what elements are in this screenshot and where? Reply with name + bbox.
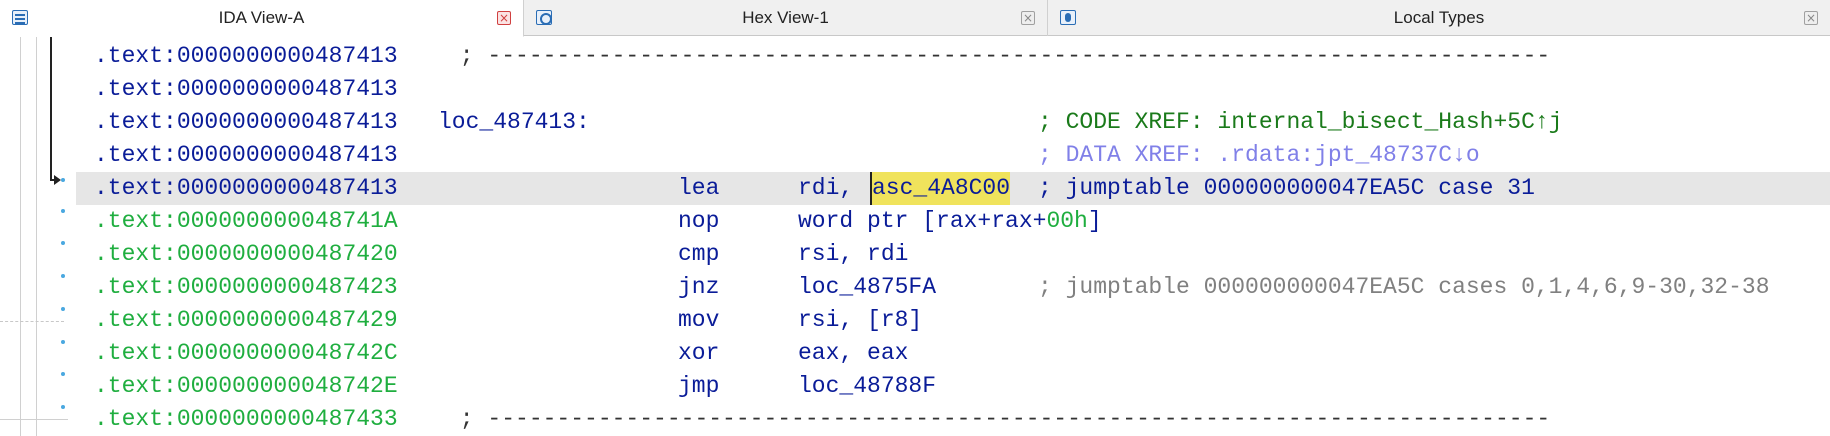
breakpoint-dot-icon[interactable] — [61, 209, 65, 213]
close-icon[interactable]: × — [497, 11, 511, 25]
breakpoint-dot-icon[interactable] — [61, 178, 65, 182]
operand: word ptr [rax+rax+00h] — [798, 205, 1102, 238]
listing-row-current[interactable]: .text:0000000000487413 lea rdi, asc_4A8C… — [76, 172, 1830, 205]
breakpoint-dot-icon[interactable] — [61, 241, 65, 245]
breakpoint-dot-icon[interactable] — [61, 405, 65, 409]
gutter-guide-line — [20, 37, 21, 436]
operand[interactable]: loc_48788F — [798, 370, 936, 403]
listing-row[interactable]: .text:000000000048742C xor eax, eax — [76, 337, 1830, 370]
tab-hex-view-1[interactable]: Hex View-1 × — [524, 0, 1048, 36]
address: .text:0000000000487413 — [94, 142, 398, 168]
ida-view-icon — [12, 10, 28, 25]
tab-label: Local Types — [1393, 8, 1485, 27]
mnemonic: cmp — [678, 241, 720, 267]
operand: rsi, rdi — [798, 241, 909, 267]
listing-row[interactable]: .text:0000000000487413 loc_487413: ; COD… — [76, 106, 1830, 139]
local-types-icon — [1060, 10, 1076, 25]
address: .text:0000000000487429 — [94, 307, 398, 333]
jumptable-comment: ; jumptable 000000000047EA5C case 31 — [1038, 175, 1535, 201]
address: .text:0000000000487423 — [94, 274, 398, 300]
tab-bar: IDA View-A × Hex View-1 × Local Types × — [0, 0, 1830, 37]
gutter-guide-line — [36, 37, 37, 436]
address: .text:0000000000487413 — [94, 175, 398, 201]
listing-row[interactable]: .text:000000000048741A nop word ptr [rax… — [76, 205, 1830, 238]
flow-gutter — [0, 37, 68, 436]
mnemonic: nop — [678, 208, 720, 234]
mnemonic: mov — [678, 307, 720, 333]
address: .text:0000000000487413 — [94, 43, 398, 69]
listing-row[interactable]: .text:0000000000487413 ; DATA XREF: .rda… — [76, 139, 1830, 172]
operand: rdi, — [798, 175, 868, 201]
jumptable-comment: ; jumptable 000000000047EA5C cases 0,1,4… — [1038, 274, 1770, 300]
gutter-divider — [0, 419, 68, 420]
breakpoint-dot-icon[interactable] — [61, 274, 65, 278]
listing-row[interactable]: .text:0000000000487420 cmp rsi, rdi — [76, 238, 1830, 271]
code-label[interactable]: loc_487413: — [438, 106, 590, 139]
mnemonic: xor — [678, 340, 720, 366]
address: .text:000000000048742E — [94, 373, 398, 399]
jump-arrow-icon — [54, 175, 61, 185]
jump-arrow-line — [50, 37, 52, 180]
mnemonic: lea — [678, 175, 720, 201]
listing-row[interactable]: .text:0000000000487433 ; ---------------… — [76, 403, 1830, 436]
xref-comment[interactable]: ; CODE XREF: internal_bisect_Hash+5C↑j — [1038, 106, 1563, 139]
listing-row[interactable]: .text:000000000048742E jmp loc_48788F — [76, 370, 1830, 403]
disassembly-listing[interactable]: .text:0000000000487413 ; ---------------… — [76, 40, 1830, 436]
tab-local-types[interactable]: Local Types × — [1048, 0, 1830, 36]
close-icon[interactable]: × — [1021, 11, 1035, 25]
mnemonic: jnz — [678, 274, 720, 300]
address: .text:0000000000487413 — [94, 109, 398, 135]
breakpoint-dot-icon[interactable] — [61, 340, 65, 344]
tab-ida-view-a[interactable]: IDA View-A × — [0, 0, 524, 37]
listing-row[interactable]: .text:0000000000487423 jnz loc_4875FA ; … — [76, 271, 1830, 304]
breakpoint-dot-icon[interactable] — [61, 372, 65, 376]
operand: eax, eax — [798, 340, 909, 366]
operand-text: ] — [1087, 208, 1102, 234]
tab-label: IDA View-A — [218, 8, 305, 27]
gutter-divider — [0, 321, 64, 322]
listing-row[interactable]: .text:0000000000487429 mov rsi, [r8] — [76, 304, 1830, 337]
operand-text: word ptr [rax+rax+ — [798, 208, 1047, 234]
separator-line: ; --------------------------------------… — [446, 43, 1551, 69]
xref-comment[interactable]: ; DATA XREF: .rdata:jpt_48737C↓o — [1038, 139, 1480, 172]
address: .text:0000000000487420 — [94, 241, 398, 267]
address: .text:0000000000487433 — [94, 406, 398, 432]
address: .text:000000000048741A — [94, 208, 398, 234]
mnemonic: jmp — [678, 373, 720, 399]
listing-row[interactable]: .text:0000000000487413 — [76, 73, 1830, 106]
operand-immediate: 00h — [1046, 208, 1088, 234]
tab-label: Hex View-1 — [742, 8, 829, 27]
listing-row[interactable]: .text:0000000000487413 ; ---------------… — [76, 40, 1830, 73]
highlighted-symbol[interactable]: asc_4A8C00 — [870, 172, 1011, 205]
separator-line: ; --------------------------------------… — [446, 406, 1551, 432]
operand[interactable]: loc_4875FA — [798, 271, 936, 304]
close-icon[interactable]: × — [1804, 11, 1818, 25]
operand: rsi, [r8] — [798, 307, 923, 333]
address: .text:000000000048742C — [94, 340, 398, 366]
address: .text:0000000000487413 — [94, 76, 398, 102]
hex-view-icon — [536, 10, 552, 25]
breakpoint-dot-icon[interactable] — [61, 307, 65, 311]
